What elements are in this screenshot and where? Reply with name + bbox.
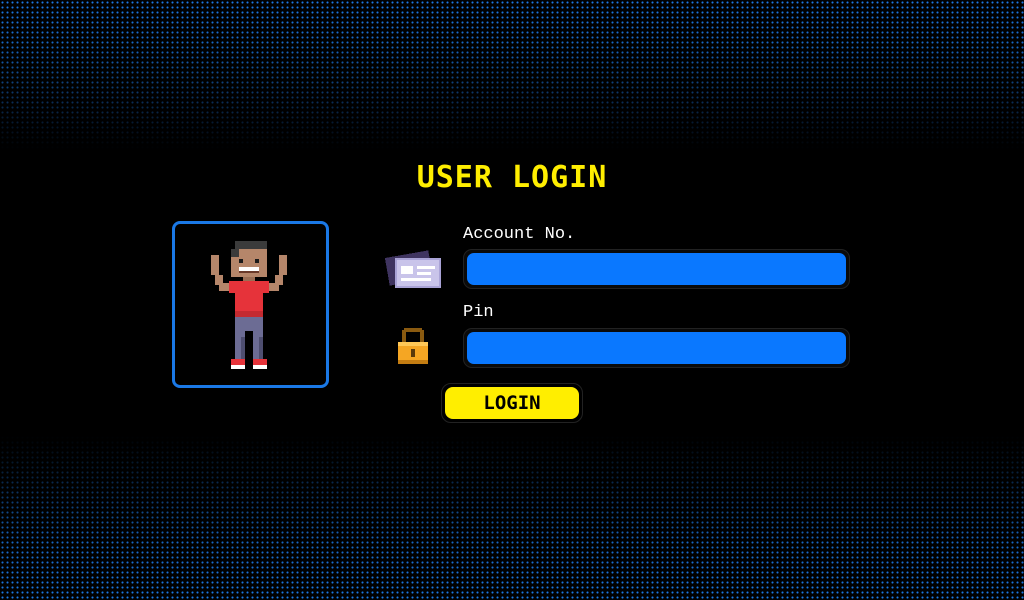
- id-card-icon: [385, 250, 441, 288]
- account-number-field-frame: [463, 249, 850, 289]
- login-screen: USER LOGIN Account No. Pin LOGIN: [0, 0, 1024, 600]
- pin-field-frame: [463, 328, 850, 368]
- avatar-frame: [172, 221, 329, 388]
- pin-input[interactable]: [467, 332, 846, 364]
- account-number-input[interactable]: [467, 253, 846, 285]
- page-title: USER LOGIN: [416, 160, 608, 195]
- login-button-label: LOGIN: [445, 387, 579, 419]
- pin-label: Pin: [463, 303, 494, 322]
- avatar: [211, 241, 287, 369]
- padlock-icon: [398, 328, 428, 364]
- login-button[interactable]: LOGIN: [441, 383, 583, 423]
- account-number-label: Account No.: [463, 225, 576, 244]
- dot-pattern-bottom: [0, 435, 1024, 600]
- dot-pattern-top: [0, 0, 1024, 150]
